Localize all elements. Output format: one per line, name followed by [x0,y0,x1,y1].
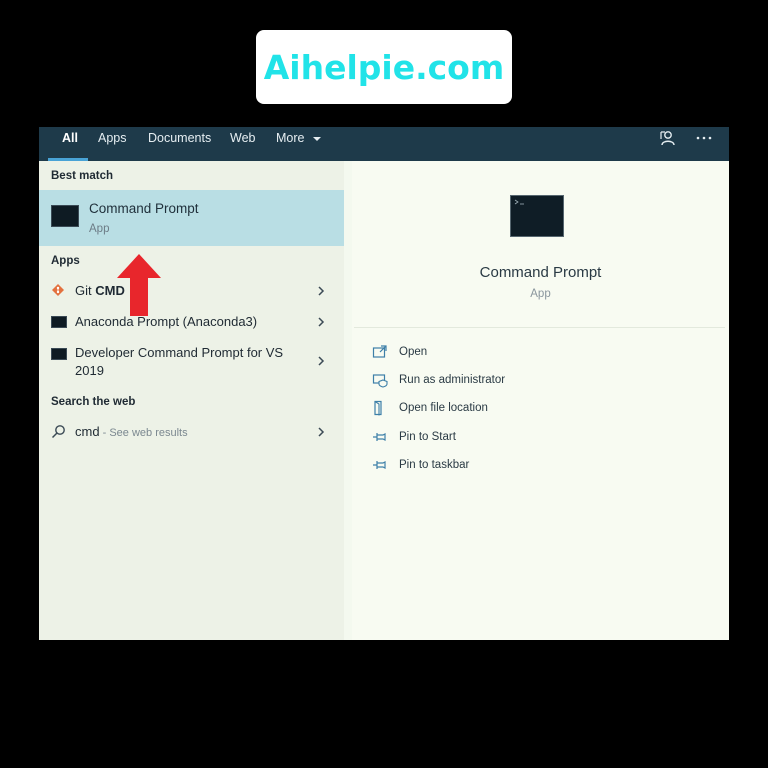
action-open-file-location[interactable]: Open file location [372,400,672,420]
tab-more[interactable]: More [276,127,322,161]
app-item-label-bold: CMD [95,283,125,298]
tab-more-label: More [276,131,305,145]
preview-subtitle: App [530,288,551,300]
terminal-icon [51,348,67,360]
terminal-icon [51,316,67,328]
pin-icon [373,433,386,441]
command-prompt-icon [51,205,79,227]
tab-web-label: Web [230,131,256,145]
watermark-badge: Aihelpie.com [256,30,512,104]
tab-documents[interactable]: Documents [148,127,211,161]
action-run-as-administrator[interactable]: Run as administrator [372,372,672,392]
action-label: Pin to taskbar [399,459,470,471]
web-result-item[interactable]: cmd - See web results [39,417,344,447]
tab-documents-label: Documents [148,131,212,145]
web-result-hint: - See web results [99,427,188,439]
watermark-text: Aihelpie.com [263,47,505,87]
shield-icon [372,374,388,388]
web-result-label: cmd - See web results [75,424,188,439]
app-item-label: Anaconda Prompt (Anaconda3) [75,314,258,329]
app-item-developer-command-prompt[interactable]: Developer Command Prompt for VS 2019 [39,339,344,381]
tab-all[interactable]: All [48,127,88,161]
action-pin-to-start[interactable]: Pin to Start [372,429,672,449]
search-icon [51,425,65,439]
preview-title: Command Prompt [479,264,602,281]
app-item-label-plain: Git [75,283,96,298]
folder-icon [374,400,382,416]
chevron-down-icon [312,136,321,141]
action-label: Open file location [399,402,488,414]
app-item-label-line2: 2019 [75,363,104,378]
app-item-anaconda-prompt[interactable]: Anaconda Prompt (Anaconda3) [39,307,344,337]
search-web-header: Search the web [51,396,136,408]
tab-apps[interactable]: Apps [98,127,127,161]
tab-apps-label: Apps [98,131,127,145]
open-icon [372,345,387,358]
command-prompt-large-icon [510,195,564,237]
results-panel: Best match Command Prompt App Apps Git C… [39,161,344,640]
search-tabs-bar: All Apps Documents Web More [39,127,729,161]
feedback-icon [660,131,675,146]
git-icon [52,284,64,296]
action-pin-to-taskbar[interactable]: Pin to taskbar [372,457,672,477]
tab-web[interactable]: Web [230,127,255,161]
feedback-button[interactable] [657,127,679,149]
chevron-right-icon [318,356,325,366]
apps-header: Apps [51,255,80,267]
search-window: All Apps Documents Web More Best match C… [39,127,729,640]
app-item-label-line1: Developer Command Prompt for VS [75,345,284,360]
ellipsis-icon [696,136,712,140]
action-label: Pin to Start [399,431,456,443]
chevron-right-icon [318,317,325,327]
action-label: Open [399,346,428,358]
more-options-button[interactable] [693,127,715,149]
divider [354,327,725,328]
chevron-right-icon [318,427,325,437]
action-open[interactable]: Open [372,344,672,364]
best-match-item[interactable]: Command Prompt App [39,190,344,246]
chevron-right-icon [318,286,325,296]
app-item-git-cmd[interactable]: Git CMD [39,276,344,306]
pin-icon [373,461,386,469]
best-match-subtitle: App [89,223,110,235]
best-match-title: Command Prompt [89,201,199,216]
best-match-header: Best match [51,170,113,182]
web-result-query: cmd [75,424,100,439]
terminal-glyph-icon [514,199,524,205]
action-label: Run as administrator [399,374,506,386]
app-item-label: Git CMD [75,283,125,298]
preview-panel: Command Prompt App Open Run as administr… [352,161,729,640]
tab-all-label: All [62,131,78,145]
